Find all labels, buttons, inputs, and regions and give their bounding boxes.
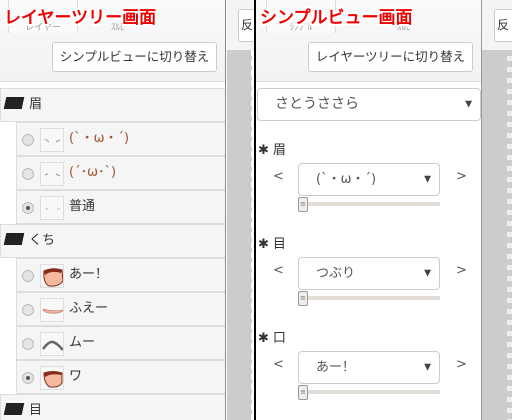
- side-button[interactable]: 反: [494, 9, 512, 42]
- section-select-value: (`・ω・´): [316, 172, 377, 187]
- group-label: 眉: [29, 97, 43, 112]
- character-select[interactable]: さとうささら ▼: [257, 88, 481, 121]
- section-select-value: あー！: [316, 360, 356, 375]
- switch-to-simple-view-button[interactable]: シンプルビューに切り替え: [52, 42, 217, 72]
- list-item[interactable]: (´･ω･`): [16, 156, 225, 190]
- thumbnail-mouth: [40, 332, 64, 356]
- slider-track[interactable]: [298, 202, 440, 206]
- item-label: ふえー: [69, 301, 109, 316]
- section-label: ✱ 眉: [258, 139, 286, 158]
- slider-handle[interactable]: ≡: [298, 385, 308, 400]
- folder-open-icon: [3, 233, 25, 245]
- thumbnail-brow: [40, 162, 64, 186]
- list-item[interactable]: あー！: [16, 258, 225, 292]
- list-item[interactable]: ワ: [16, 360, 225, 394]
- canvas-strip: [227, 50, 252, 420]
- prev-button[interactable]: <: [273, 357, 284, 372]
- item-label: (`・ω・´): [69, 131, 130, 146]
- asterisk-icon: ✱: [258, 331, 269, 346]
- thumbnail-mouth: [40, 264, 64, 288]
- caret-down-icon: ▼: [424, 174, 431, 184]
- caret-down-icon: ▼: [465, 99, 472, 109]
- radio[interactable]: [22, 168, 34, 180]
- section-label: ✱ 目: [258, 233, 286, 252]
- section-name: 眉: [272, 143, 286, 158]
- group-row[interactable]: 目: [0, 394, 225, 420]
- radio-selected[interactable]: [22, 372, 34, 384]
- asterisk-icon: ✱: [258, 237, 269, 252]
- thumbnail-brow: [40, 196, 64, 220]
- canvas-strip: [482, 50, 507, 420]
- thumbnail-mouth: [40, 298, 64, 322]
- layer-tree-panel: レイヤー ｽﾙﾋﾞ シンプルビューに切り替え レイヤーツリー画面 眉 (`・ω・…: [0, 0, 226, 420]
- list-item[interactable]: (`・ω・´): [16, 122, 225, 156]
- caret-down-icon: ▼: [424, 268, 431, 278]
- folder-open-icon: [3, 403, 25, 415]
- group-label: くち: [29, 233, 56, 248]
- item-label: ムー: [69, 335, 96, 350]
- section-select[interactable]: あー！ ▼: [298, 351, 440, 384]
- thumbnail-brow: [40, 128, 64, 152]
- folder-open-icon: [3, 97, 25, 109]
- list-item[interactable]: 普通: [16, 190, 225, 224]
- item-label: あー！: [69, 267, 109, 282]
- next-button[interactable]: >: [456, 357, 467, 372]
- radio[interactable]: [22, 304, 34, 316]
- section-label: ✱ 口: [258, 327, 286, 346]
- asterisk-icon: ✱: [258, 143, 269, 158]
- next-button[interactable]: >: [456, 263, 467, 278]
- slider-handle[interactable]: ≡: [298, 197, 308, 212]
- list-item[interactable]: ムー: [16, 326, 225, 360]
- prev-button[interactable]: <: [273, 263, 284, 278]
- canvas-edge: [507, 50, 512, 420]
- group-row[interactable]: くち: [0, 224, 225, 258]
- overlay-title: シンプルビュー画面: [260, 8, 413, 28]
- slider-track[interactable]: [298, 296, 440, 300]
- radio[interactable]: [22, 134, 34, 146]
- group-label: 目: [29, 403, 43, 418]
- item-label: (´･ω･`): [69, 165, 117, 180]
- section-name: 目: [272, 237, 286, 252]
- group-row[interactable]: 眉: [0, 88, 225, 122]
- radio[interactable]: [22, 270, 34, 282]
- section-name: 口: [272, 331, 286, 346]
- list-item[interactable]: ふえー: [16, 292, 225, 326]
- section-select[interactable]: つぶり ▼: [298, 257, 440, 290]
- section-select-value: つぶり: [316, 266, 356, 281]
- section-select[interactable]: (`・ω・´) ▼: [298, 163, 440, 196]
- radio[interactable]: [22, 338, 34, 350]
- next-button[interactable]: >: [456, 169, 467, 184]
- item-label: ワ: [69, 369, 83, 384]
- switch-to-layer-tree-button[interactable]: レイヤーツリーに切り替え: [308, 42, 473, 72]
- overlay-title: レイヤーツリー画面: [4, 8, 157, 28]
- prev-button[interactable]: <: [273, 169, 284, 184]
- item-label: 普通: [69, 199, 96, 214]
- slider-track[interactable]: [298, 390, 440, 394]
- slider-handle[interactable]: ≡: [298, 291, 308, 306]
- thumbnail-mouth: [40, 366, 64, 390]
- radio-selected[interactable]: [22, 202, 34, 214]
- caret-down-icon: ▼: [424, 362, 431, 372]
- character-select-value: さとうささら: [275, 96, 359, 112]
